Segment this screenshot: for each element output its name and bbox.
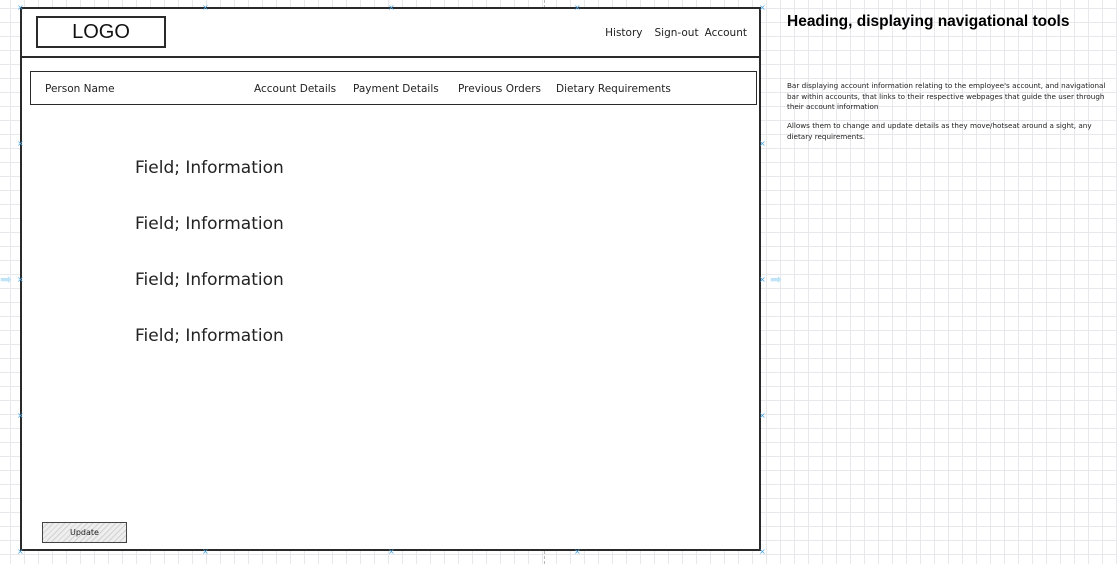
info-field-3: Field; Information — [135, 270, 284, 290]
annotation-note-navbar: Bar displaying account information relat… — [787, 81, 1106, 111]
resize-handle-icon[interactable] — [202, 5, 208, 11]
left-connector-arrow-icon[interactable]: ➡ — [0, 273, 12, 287]
resize-handle-icon[interactable] — [574, 5, 580, 11]
page-frame[interactable]: LOGO History Sign-out Account Person Nam… — [20, 7, 761, 551]
nav-previous-orders[interactable]: Previous Orders — [458, 83, 541, 95]
sign-out-link[interactable]: Sign-out — [655, 27, 699, 39]
info-field-1: Field; Information — [135, 158, 284, 178]
resize-handle-icon[interactable] — [17, 141, 23, 147]
resize-handle-icon[interactable] — [759, 413, 765, 419]
resize-handle-icon[interactable] — [202, 549, 208, 555]
info-field-2: Field; Information — [135, 214, 284, 234]
top-links: History Sign-out Account — [605, 27, 747, 39]
resize-handle-icon[interactable] — [759, 277, 765, 283]
nav-account-details[interactable]: Account Details — [254, 83, 336, 95]
annotation-heading: Heading, displaying navigational tools — [787, 13, 1070, 30]
annotation-note-update: Allows them to change and update details… — [787, 121, 1092, 141]
nav-payment-details[interactable]: Payment Details — [353, 83, 439, 95]
history-link[interactable]: History — [605, 27, 642, 39]
resize-handle-icon[interactable] — [759, 141, 765, 147]
resize-handle-icon[interactable] — [17, 413, 23, 419]
resize-handle-icon[interactable] — [17, 5, 23, 11]
account-nav-bar: Person Name Account Details Payment Deta… — [30, 71, 757, 105]
resize-handle-icon[interactable] — [388, 549, 394, 555]
resize-handle-icon[interactable] — [759, 5, 765, 11]
header-divider — [22, 56, 759, 58]
logo[interactable]: LOGO — [36, 16, 166, 48]
resize-handle-icon[interactable] — [17, 277, 23, 283]
wireframe-canvas: ➡ ➡ LOGO History Sign-out Account Person… — [0, 0, 1117, 564]
resize-handle-icon[interactable] — [17, 549, 23, 555]
resize-handle-icon[interactable] — [388, 5, 394, 11]
update-button[interactable]: Update — [42, 522, 127, 543]
right-connector-arrow-icon[interactable]: ➡ — [770, 273, 782, 287]
info-field-4: Field; Information — [135, 326, 284, 346]
account-link[interactable]: Account — [705, 27, 747, 39]
person-name-label: Person Name — [45, 83, 115, 95]
nav-dietary-requirements[interactable]: Dietary Requirements — [556, 83, 671, 95]
resize-handle-icon[interactable] — [759, 549, 765, 555]
resize-handle-icon[interactable] — [574, 549, 580, 555]
